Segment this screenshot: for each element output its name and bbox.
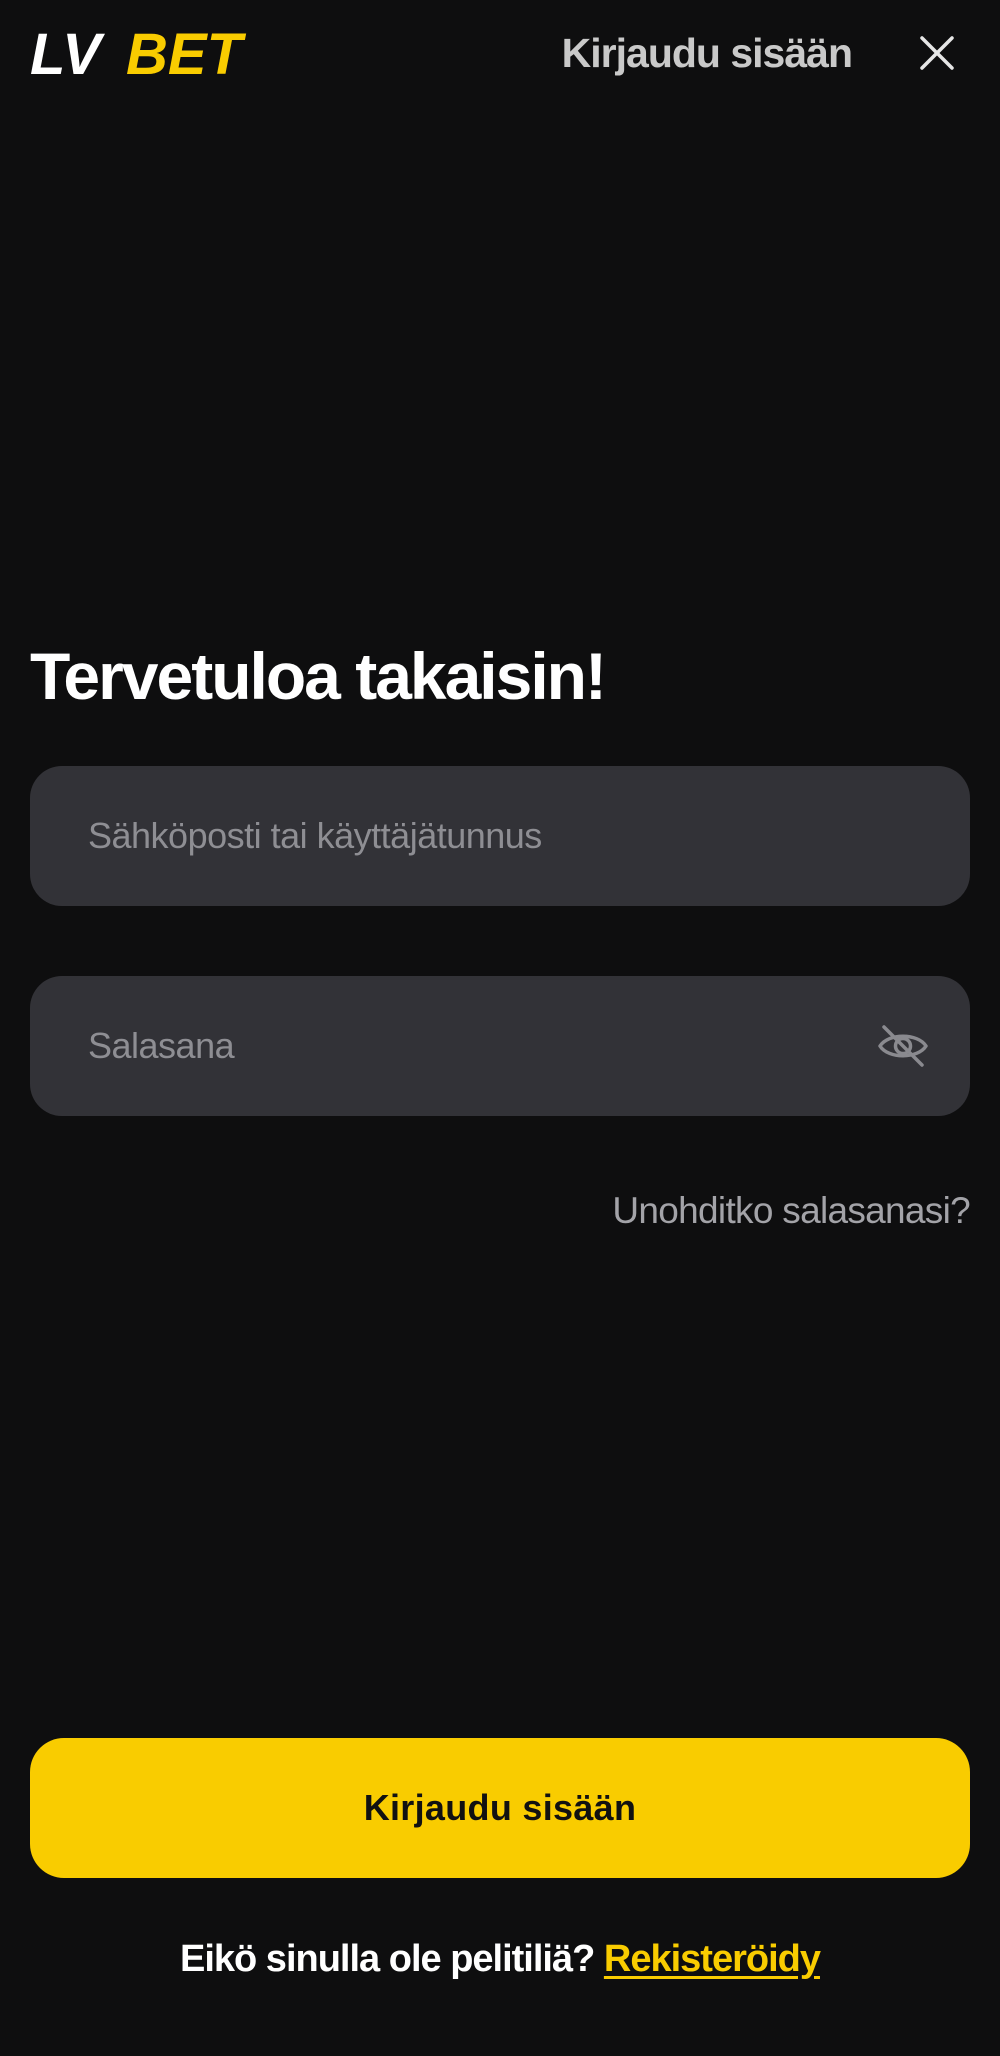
password-field[interactable]: [30, 976, 970, 1116]
register-prompt: Eikö sinulla ole pelitiliä? Rekisteröidy: [0, 1936, 1000, 1982]
header-title: Kirjaudu sisään: [561, 30, 853, 76]
logo-bet-text: BET: [126, 24, 247, 84]
lvbet-logo[interactable]: LV BET: [30, 24, 266, 84]
logo-lv-text: LV: [30, 24, 105, 84]
eye-off-icon: [878, 1025, 928, 1067]
register-prompt-text: Eikö sinulla ole pelitiliä?: [180, 1938, 595, 1980]
header: LV BET Kirjaudu sisään: [0, 0, 1000, 110]
close-button[interactable]: [912, 28, 962, 78]
email-field[interactable]: [30, 766, 970, 906]
email-field-container: [30, 766, 970, 906]
register-link[interactable]: Rekisteröidy: [604, 1938, 821, 1980]
password-field-container: [30, 976, 970, 1116]
welcome-title: Tervetuloa takaisin!: [30, 639, 607, 713]
password-visibility-toggle[interactable]: [876, 1021, 930, 1071]
forgot-password-link[interactable]: Unohditko salasanasi?: [612, 1190, 970, 1232]
login-button[interactable]: Kirjaudu sisään: [30, 1738, 970, 1878]
close-icon: [920, 36, 954, 70]
